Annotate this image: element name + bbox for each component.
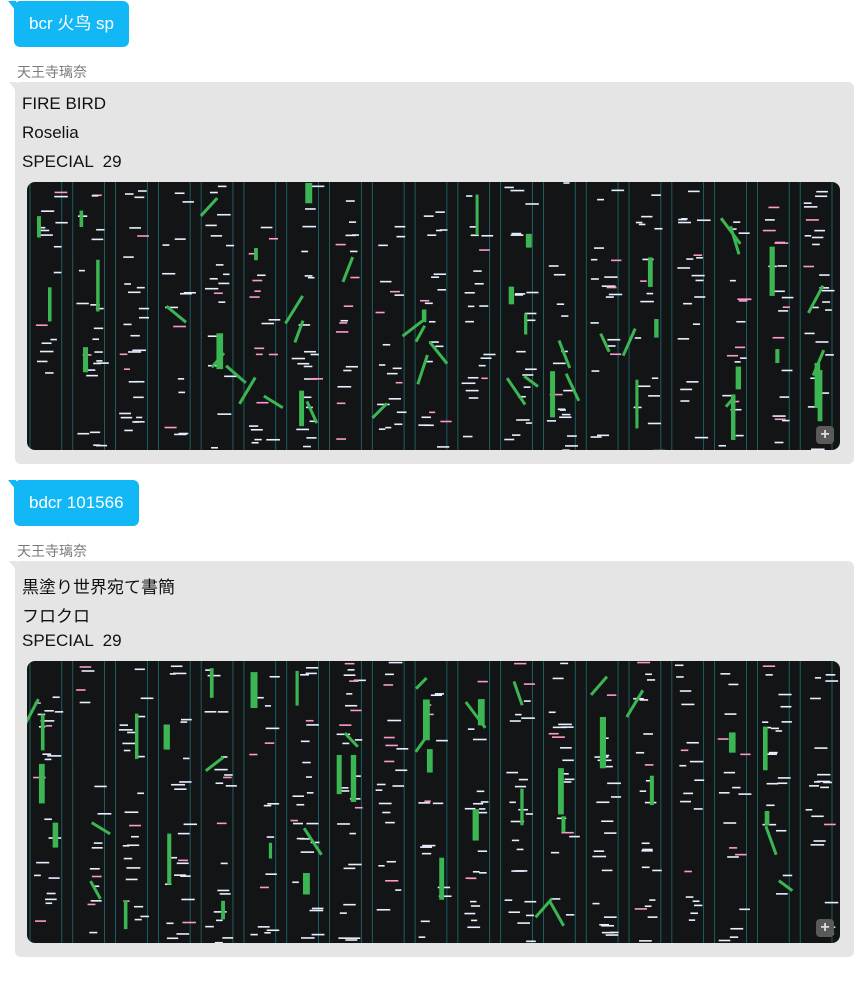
chart-preview-image[interactable]: + [27,661,840,943]
chart-drawing [27,661,839,943]
chart-drawing [29,182,835,450]
user-message-text: bcr 火鸟 sp [29,14,115,33]
user-message-text: bdcr 101566 [29,493,124,512]
user-message-bubble: bdcr 101566 [8,480,139,526]
song-title: FIRE BIRD [22,94,107,113]
user-message-bubble: bcr 火鸟 sp [7,1,130,47]
song-artist: Roselia [22,123,79,142]
bot-message-bubble: 黒塗り世界宛て書簡 フロクロ SPECIAL 29 + [9,561,854,957]
song-difficulty: SPECIAL 29 [22,152,122,171]
bot-message-bubble: FIRE BIRD Roselia SPECIAL 29 + [9,82,854,464]
song-artist: フロクロ [22,607,90,626]
sender-name: 天王寺璃奈 [17,543,87,559]
song-title: 黒塗り世界宛て書簡 [22,578,175,597]
zoom-plus-icon[interactable]: + [816,426,834,444]
song-difficulty: SPECIAL 29 [22,631,122,650]
chart-preview-image[interactable]: + [27,182,840,450]
sender-name: 天王寺璃奈 [17,64,87,80]
zoom-plus-icon[interactable]: + [816,919,834,937]
